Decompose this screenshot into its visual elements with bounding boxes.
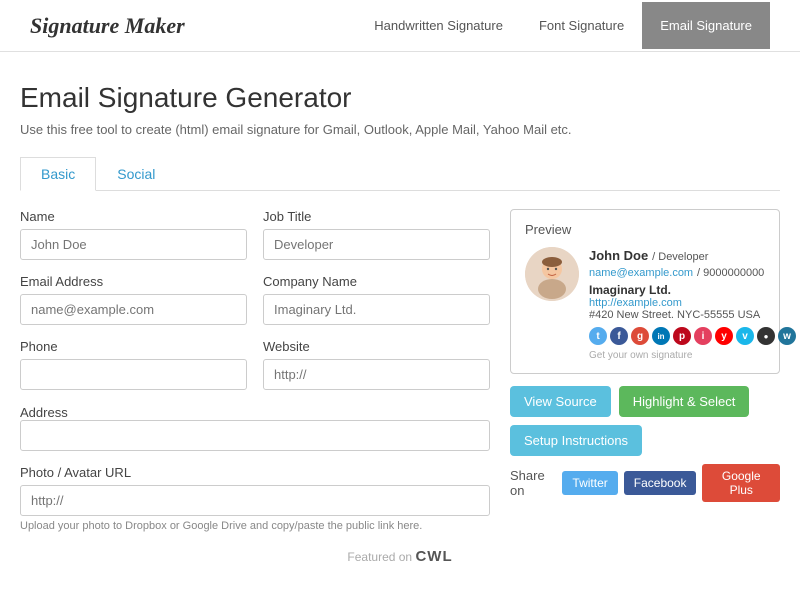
- logo: Signature Maker: [30, 13, 185, 39]
- email-input[interactable]: [20, 294, 247, 325]
- highlight-select-button[interactable]: Highlight & Select: [619, 386, 750, 417]
- social-icon-vimeo: v: [736, 327, 754, 345]
- nav-email[interactable]: Email Signature: [642, 2, 770, 49]
- tab-social[interactable]: Social: [96, 157, 176, 191]
- social-icon-black: ●: [757, 327, 775, 345]
- form-row-email-company: Email Address Company Name: [20, 274, 490, 325]
- share-row: Share on Twitter Facebook Google Plus: [510, 464, 780, 502]
- social-icon-instagram: i: [694, 327, 712, 345]
- photo-label: Photo / Avatar URL: [20, 465, 490, 480]
- address-label: Address: [20, 405, 68, 420]
- form-group-name: Name: [20, 209, 247, 260]
- form-group-address: Address: [20, 404, 490, 451]
- website-input[interactable]: [263, 359, 490, 390]
- share-google-button[interactable]: Google Plus: [702, 464, 780, 502]
- social-icon-youtube: y: [715, 327, 733, 345]
- preview-jobtitle: Developer: [658, 251, 708, 263]
- page-title: Email Signature Generator: [20, 82, 780, 114]
- social-icon-google: g: [631, 327, 649, 345]
- preview-company: Imaginary Ltd.: [589, 283, 796, 297]
- footer-brand: CWL: [415, 548, 452, 565]
- social-icons-row: t f g in p i y v ● w: [589, 327, 796, 345]
- button-row-1: View Source Highlight & Select: [510, 386, 780, 417]
- form-group-photo: Photo / Avatar URL Upload your photo to …: [20, 465, 490, 532]
- preview-website: http://example.com: [589, 297, 796, 309]
- footer-text: Featured on: [347, 550, 412, 564]
- form-row-phone-website: Phone Website: [20, 339, 490, 390]
- share-facebook-button[interactable]: Facebook: [624, 471, 697, 495]
- preview-email: name@example.com: [589, 267, 693, 279]
- address-input[interactable]: [20, 420, 490, 451]
- name-label: Name: [20, 209, 247, 224]
- preview-info: John Doe / Developer name@example.com / …: [589, 247, 796, 361]
- jobtitle-input[interactable]: [263, 229, 490, 260]
- photo-input[interactable]: [20, 485, 490, 516]
- social-icon-twitter: t: [589, 327, 607, 345]
- preview-name: John Doe: [589, 248, 648, 263]
- form-area: Name Job Title Email Address Company Nam…: [20, 209, 780, 532]
- form-left: Name Job Title Email Address Company Nam…: [20, 209, 490, 532]
- social-icon-facebook: f: [610, 327, 628, 345]
- preview-phone: 9000000000: [703, 267, 764, 279]
- preview-box: Preview: [510, 209, 780, 374]
- tabs: Basic Social: [20, 157, 780, 191]
- name-input[interactable]: [20, 229, 247, 260]
- tab-basic[interactable]: Basic: [20, 157, 96, 191]
- photo-note: Upload your photo to Dropbox or Google D…: [20, 520, 490, 532]
- form-group-email: Email Address: [20, 274, 247, 325]
- nav-handwritten[interactable]: Handwritten Signature: [356, 2, 521, 49]
- share-label: Share on: [510, 468, 556, 498]
- social-icon-wordpress: w: [778, 327, 796, 345]
- setup-instructions-button[interactable]: Setup Instructions: [510, 425, 642, 456]
- form-group-company: Company Name: [263, 274, 490, 325]
- website-label: Website: [263, 339, 490, 354]
- view-source-button[interactable]: View Source: [510, 386, 611, 417]
- form-group-jobtitle: Job Title: [263, 209, 490, 260]
- preview-content: John Doe / Developer name@example.com / …: [525, 247, 765, 361]
- phone-label: Phone: [20, 339, 247, 354]
- jobtitle-label: Job Title: [263, 209, 490, 224]
- share-twitter-button[interactable]: Twitter: [562, 471, 617, 495]
- company-input[interactable]: [263, 294, 490, 325]
- preview-header: Preview: [525, 222, 765, 237]
- email-label: Email Address: [20, 274, 247, 289]
- main-content: Email Signature Generator Use this free …: [0, 52, 800, 600]
- social-icon-linkedin: in: [652, 327, 670, 345]
- phone-input[interactable]: [20, 359, 247, 390]
- company-label: Company Name: [263, 274, 490, 289]
- form-group-website: Website: [263, 339, 490, 390]
- preview-watermark: Get your own signature: [589, 350, 796, 361]
- nav: Handwritten Signature Font Signature Ema…: [356, 2, 770, 49]
- preview-address: #420 New Street. NYC-55555 USA: [589, 309, 796, 321]
- form-group-phone: Phone: [20, 339, 247, 390]
- preview-panel: Preview: [510, 209, 780, 532]
- footer: Featured on CWL: [20, 532, 780, 575]
- header: Signature Maker Handwritten Signature Fo…: [0, 0, 800, 52]
- form-row-name-jobtitle: Name Job Title: [20, 209, 490, 260]
- page-subtitle: Use this free tool to create (html) emai…: [20, 122, 780, 137]
- avatar: [525, 247, 579, 301]
- preview-email-phone: name@example.com / 9000000000: [589, 263, 796, 279]
- nav-font[interactable]: Font Signature: [521, 2, 642, 49]
- button-row-2: Setup Instructions: [510, 425, 780, 456]
- social-icon-pinterest: p: [673, 327, 691, 345]
- preview-name-jobtitle: John Doe / Developer: [589, 247, 796, 263]
